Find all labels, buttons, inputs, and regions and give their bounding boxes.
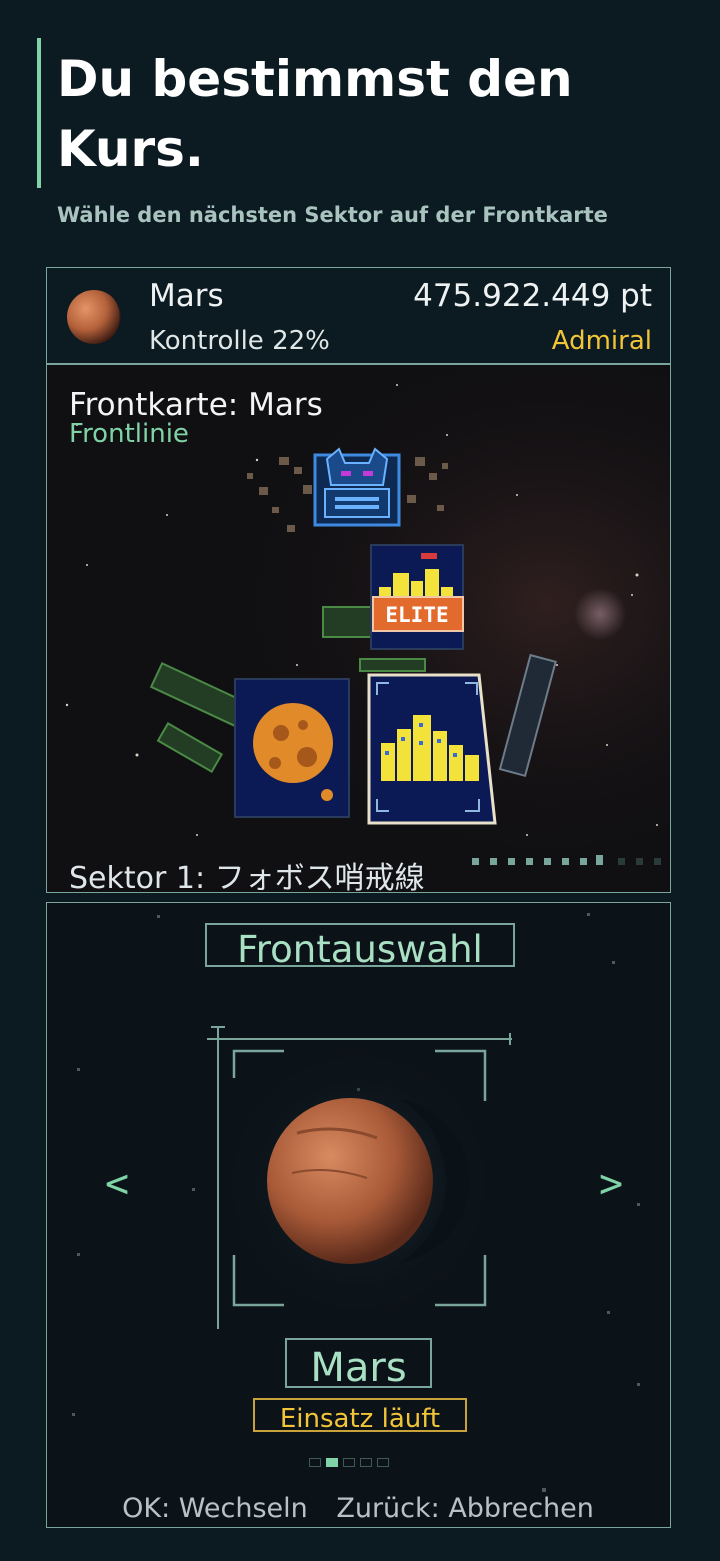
- selected-planet-name[interactable]: Mars: [285, 1338, 432, 1391]
- page-title: Du bestimmst den Kurs.: [57, 50, 573, 178]
- front-selection-title: Frontauswahl: [205, 923, 515, 971]
- map-title: Frontkarte: Mars: [69, 387, 323, 423]
- page-dot[interactable]: [343, 1458, 355, 1467]
- control-percentage: Kontrolle 22%: [149, 326, 330, 356]
- score-value: 475.922.449 pt: [413, 278, 652, 314]
- map-subtitle: Frontlinie: [69, 419, 189, 449]
- page-dot[interactable]: [377, 1458, 389, 1467]
- front-map-panel: Frontkarte: Mars Frontlinie ELITE Sektor…: [46, 364, 671, 893]
- city-node-selected[interactable]: [367, 671, 497, 827]
- page-dot-active[interactable]: [326, 1458, 338, 1467]
- next-arrow-icon[interactable]: >: [599, 1161, 623, 1207]
- previous-arrow-icon[interactable]: <: [105, 1161, 129, 1207]
- planet-name: Mars: [149, 278, 224, 314]
- elite-city-node[interactable]: ELITE: [369, 543, 465, 651]
- boss-node[interactable]: [309, 445, 405, 531]
- rank-label: Admiral: [551, 326, 652, 356]
- asteroid-node[interactable]: [233, 677, 351, 819]
- elite-label: ELITE: [385, 603, 448, 627]
- hero-header: Du bestimmst den Kurs.: [37, 38, 677, 188]
- status-badge: Einsatz läuft: [253, 1398, 467, 1434]
- page-dot[interactable]: [309, 1458, 321, 1467]
- ok-hint: OK: Wechseln: [122, 1493, 308, 1524]
- mars-thumbnail-icon: [67, 290, 122, 344]
- player-info-panel: Mars Kontrolle 22% 475.922.449 pt Admira…: [46, 267, 671, 364]
- page-indicator: [309, 1458, 389, 1467]
- back-hint: Zurück: Abbrechen: [336, 1493, 594, 1524]
- sector-label: Sektor 1: フォボス哨戒線: [69, 861, 425, 893]
- page-subtitle: Wähle den nächsten Sektor auf der Frontk…: [57, 203, 608, 227]
- front-selection-panel: Frontauswahl < > Mars Einsatz läuft OK: …: [46, 902, 671, 1528]
- accent-bar: [37, 38, 41, 188]
- selection-backdrop: [72, 913, 640, 1492]
- page-dot[interactable]: [360, 1458, 372, 1467]
- controls-hint: OK: Wechseln Zurück: Abbrechen: [47, 1493, 669, 1524]
